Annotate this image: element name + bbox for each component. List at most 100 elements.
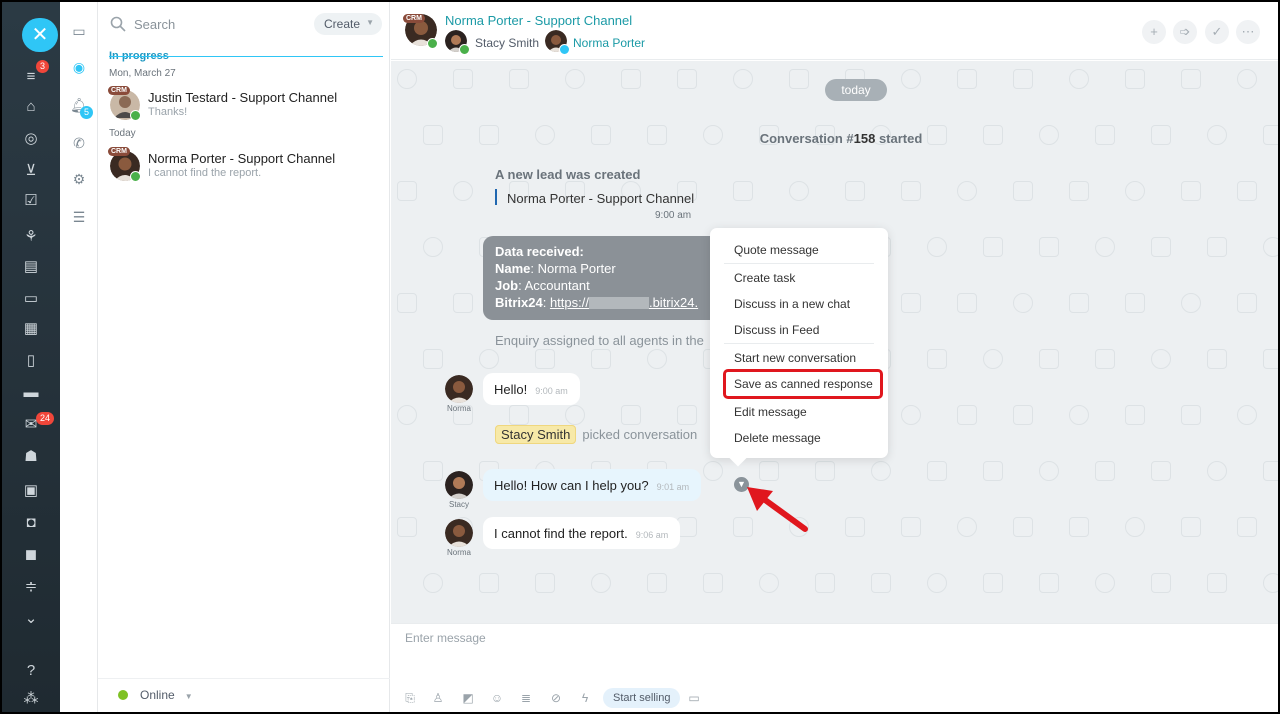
edit-icon[interactable]: ◩ — [461, 691, 475, 705]
message-time: 9:01 am — [656, 482, 690, 492]
data-received-message[interactable]: Data received: Name: Norma Porter Job: A… — [483, 236, 723, 320]
check-icon[interactable]: ✓ — [1205, 20, 1229, 44]
home-icon[interactable]: ⌂ — [22, 98, 40, 116]
pattern-doodle — [733, 69, 753, 89]
pattern-doodle — [1181, 517, 1201, 537]
openlines-icon[interactable]: ◉ — [70, 58, 88, 76]
menu-item-delete[interactable]: Delete message — [734, 431, 821, 445]
bitrix-link[interactable]: https://.bitrix24. — [550, 295, 698, 310]
id-card-icon[interactable]: ▣ — [22, 482, 40, 500]
hide-icon[interactable]: ⊘ — [549, 691, 563, 705]
list-item[interactable]: CRM Norma Porter - Support Channel I can… — [108, 147, 384, 189]
pattern-doodle — [1095, 573, 1115, 593]
document-icon[interactable]: ▯ — [22, 352, 40, 370]
structure-icon[interactable]: ⁂ — [22, 690, 40, 708]
list-icon[interactable]: ☰ — [70, 208, 88, 226]
chat-icon[interactable]: ▭ — [22, 290, 40, 308]
create-button[interactable]: Create ▼ — [314, 13, 382, 35]
settings-icon[interactable]: ⚙ — [70, 170, 88, 188]
user-icon[interactable]: ♙ — [431, 691, 445, 705]
avatar[interactable] — [445, 519, 473, 547]
status-selector[interactable]: Online ▼ — [118, 688, 193, 702]
pattern-doodle — [1207, 237, 1227, 257]
template-icon[interactable]: ≣ — [519, 691, 533, 705]
avatar[interactable] — [445, 375, 473, 403]
smile-icon[interactable]: ☺ — [490, 691, 504, 705]
pattern-doodle — [1151, 349, 1171, 369]
message-bubble[interactable]: Hello! How can I help you? 9:01 am — [483, 469, 702, 501]
participant-name[interactable]: Stacy Smith — [475, 36, 539, 50]
calendar-icon[interactable]: ▦ — [22, 320, 40, 338]
pattern-doodle — [397, 405, 417, 425]
list-item[interactable]: CRM Justin Testard - Support Channel Tha… — [108, 86, 384, 128]
pattern-doodle — [1039, 573, 1059, 593]
pattern-doodle — [1181, 293, 1201, 313]
menu-item-edit[interactable]: Edit message — [734, 405, 807, 419]
pattern-doodle — [1263, 349, 1278, 369]
target-icon[interactable]: ◎ — [22, 130, 40, 148]
agent-tag[interactable]: Stacy Smith — [495, 425, 577, 444]
pattern-doodle — [1013, 517, 1033, 537]
crm-icon[interactable]: ⚘ — [22, 228, 40, 246]
pattern-doodle — [1237, 517, 1257, 537]
lead-link[interactable]: Norma Porter - Support Channel — [507, 191, 694, 206]
lead-time: 9:00 am — [655, 210, 692, 221]
cart-icon[interactable]: ⊻ — [22, 162, 40, 180]
search-input[interactable]: Search — [134, 17, 175, 32]
author-name: Stacy — [448, 500, 469, 509]
pattern-doodle — [677, 69, 697, 89]
pattern-doodle — [789, 181, 809, 201]
message-bubble[interactable]: Hello! 9:00 am — [483, 373, 580, 405]
robot-icon[interactable]: ◘ — [22, 514, 40, 532]
message-time: 9:06 am — [635, 530, 669, 540]
more-icon[interactable]: ⋯ — [1236, 20, 1260, 44]
pattern-doodle — [1095, 349, 1115, 369]
date-label: Today — [109, 128, 136, 139]
pattern-doodle — [1151, 237, 1171, 257]
more-icon[interactable]: ⌄ — [22, 610, 40, 628]
menu-item-create-task[interactable]: Create task — [734, 271, 795, 285]
pattern-doodle — [647, 573, 667, 593]
message-input-area[interactable]: Enter message ⎘ ♙ ◩ ☺ ≣ ⊘ ϟ Start sellin… — [391, 623, 1278, 712]
add-icon[interactable]: + — [1142, 20, 1166, 44]
menu-item-discuss-feed[interactable]: Discuss in Feed — [734, 323, 819, 337]
feed-icon[interactable]: ▤ — [22, 258, 40, 276]
start-selling-button[interactable]: Start selling — [603, 688, 681, 708]
chat-header: CRM Norma Porter - Support Channel Stacy… — [391, 2, 1278, 60]
attach-icon[interactable]: ⎘ — [403, 691, 417, 705]
sliders-icon[interactable]: ≑ — [22, 578, 40, 596]
pattern-doodle — [591, 573, 611, 593]
pattern-doodle — [1181, 405, 1201, 425]
pattern-doodle — [901, 293, 921, 313]
menu-item-quote[interactable]: Quote message — [734, 243, 819, 257]
window-icon[interactable]: ▭ — [687, 691, 701, 705]
bolt-icon[interactable]: ϟ — [578, 691, 592, 705]
conv-prefix: Conversation # — [759, 131, 854, 146]
drive-icon[interactable]: ▬ — [22, 384, 40, 402]
menu-item-start-conversation[interactable]: Start new conversation — [734, 351, 856, 365]
menu-item-discuss-chat[interactable]: Discuss in a new chat — [734, 297, 850, 311]
transfer-icon[interactable]: ➩ — [1173, 20, 1197, 44]
avatar[interactable] — [445, 471, 473, 499]
help-icon[interactable]: ? — [22, 662, 40, 680]
phone-icon[interactable]: ✆ — [70, 134, 88, 152]
message-bubble[interactable]: I cannot find the report. 9:06 am — [483, 517, 681, 549]
participant-name[interactable]: Norma Porter — [573, 36, 645, 50]
message-input[interactable]: Enter message — [405, 631, 486, 645]
date-pill: today — [825, 79, 887, 101]
task-icon[interactable]: ☑ — [22, 192, 40, 210]
chat-title[interactable]: Norma Porter - Support Channel — [445, 13, 632, 28]
message-text: Hello! How can I help you? — [494, 478, 649, 493]
box-icon[interactable]: ◼ — [22, 546, 40, 564]
chat-panel: CRM Norma Porter - Support Channel Stacy… — [391, 2, 1278, 712]
pattern-doodle — [1237, 405, 1257, 425]
quote-bar — [495, 189, 497, 205]
pattern-doodle — [957, 517, 977, 537]
close-icon[interactable]: ✕ — [22, 18, 58, 52]
chats-icon[interactable]: ▭ — [70, 22, 88, 40]
pattern-doodle — [1069, 181, 1089, 201]
recent-list: Search Create ▼ In progress Mon, March 27… — [98, 2, 390, 712]
crm-badge: CRM — [108, 147, 130, 156]
contacts-icon[interactable]: ☗ — [22, 448, 40, 466]
message-text: I cannot find the report. — [494, 526, 628, 541]
